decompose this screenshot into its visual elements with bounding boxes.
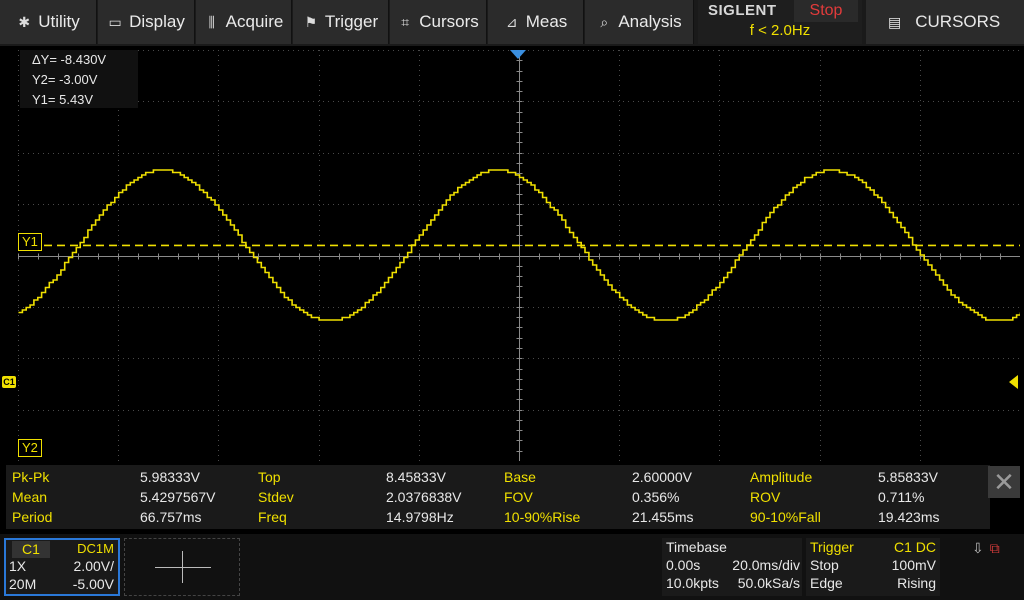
meas-value: 2.60000V xyxy=(632,469,692,485)
cursor-y1-tag[interactable]: Y1 xyxy=(18,233,42,251)
menu-cursors-button[interactable]: ⌗ Cursors xyxy=(390,0,487,44)
side-menu-title[interactable]: ▤ CURSORS xyxy=(866,0,1024,44)
channel-1-name: C1 xyxy=(12,541,50,558)
utility-icon: ✱ xyxy=(18,13,31,30)
menu-analysis-button[interactable]: ⌕ Analysis xyxy=(585,0,694,44)
meas-value: 14.9798Hz xyxy=(386,509,454,525)
trigger-type: Edge xyxy=(810,575,843,591)
measurement-table: Pk-Pk 5.98333V Top 8.45833V Base 2.60000… xyxy=(6,465,990,529)
trigger-level-marker[interactable] xyxy=(1009,375,1018,389)
close-measurements-button[interactable]: ✕ xyxy=(988,466,1020,498)
top-menu-bar: ✱ Utility ▭ Display ⫼ Acquire ⚑ Trigger ⌗ Cur… xyxy=(0,0,1024,46)
meas-value: 0.711% xyxy=(878,489,925,505)
menu-trigger-button[interactable]: ⚑ Trigger xyxy=(293,0,389,44)
meas-label: Base xyxy=(504,469,536,485)
meas-value: 0.356% xyxy=(632,489,680,505)
menu-cursors-label: Cursors xyxy=(419,12,479,31)
meas-label: 90-10%Fall xyxy=(750,509,821,525)
channel-1-probe: 1X xyxy=(9,558,27,574)
trigger-title: Trigger xyxy=(810,539,854,555)
menu-meas-label: Meas xyxy=(525,12,568,31)
meas-label: Mean xyxy=(12,489,48,505)
meas-value: 5.4297567V xyxy=(140,489,216,505)
channel-1-scale: 2.00V/ xyxy=(73,558,114,574)
meas-label: ROV xyxy=(750,489,781,505)
brand-logo: SIGLENT xyxy=(708,2,777,19)
meas-label: Period xyxy=(12,509,53,525)
close-icon: ✕ xyxy=(993,467,1015,497)
meas-label: Stdev xyxy=(258,489,294,505)
waveform-display[interactable] xyxy=(18,50,1020,461)
meas-value: 66.757ms xyxy=(140,509,202,525)
channel-1-coupling: DC1M xyxy=(77,541,114,556)
usb-icon: ⇩ xyxy=(972,540,984,556)
plus-icon xyxy=(155,567,211,568)
trigger-position-marker[interactable] xyxy=(510,50,526,59)
cursor-y2-value: Y2= -3.00V xyxy=(32,72,98,87)
timebase-sample-rate: 50.0kSa/s xyxy=(737,575,800,591)
trigger-slope: Rising xyxy=(897,575,936,591)
trigger-source: C1 DC xyxy=(893,539,936,555)
meas-icon: ⊿ xyxy=(505,13,518,30)
trigger-frequency: f < 2.0Hz xyxy=(749,22,811,39)
acquire-icon: ⫼ xyxy=(208,13,215,30)
menu-panel-icon: ▤ xyxy=(888,13,902,30)
meas-value: 5.85833V xyxy=(878,469,938,485)
trigger-level: 100mV xyxy=(891,557,936,573)
timebase-scale: 20.0ms/div xyxy=(732,557,800,573)
menu-utility-label: Utility xyxy=(38,12,80,31)
trigger-state: Stop xyxy=(810,557,839,573)
channel-1-offset: -5.00V xyxy=(72,576,114,592)
meas-label: Top xyxy=(258,469,281,485)
meas-value: 5.98333V xyxy=(140,469,200,485)
meas-label: Freq xyxy=(258,509,287,525)
menu-acquire-button[interactable]: ⫼ Acquire xyxy=(196,0,292,44)
menu-analysis-label: Analysis xyxy=(618,12,682,31)
menu-display-button[interactable]: ▭ Display xyxy=(98,0,195,44)
cursor-readout-box: ΔY= -8.430V Y2= -3.00V Y1= 5.43V xyxy=(20,50,138,108)
meas-label: Pk-Pk xyxy=(12,469,50,485)
meas-label: 10-90%Rise xyxy=(504,509,581,525)
meas-value: 8.45833V xyxy=(386,469,446,485)
analysis-icon: ⌕ xyxy=(600,13,609,30)
meas-label: FOV xyxy=(504,489,533,505)
timebase-delay: 0.00s xyxy=(666,557,701,573)
cursor-y1-value: Y1= 5.43V xyxy=(32,92,94,107)
meas-value: 19.423ms xyxy=(878,509,940,525)
menu-meas-button[interactable]: ⊿ Meas xyxy=(488,0,584,44)
cursor-delta-y: ΔY= -8.430V xyxy=(32,52,107,67)
meas-label: Amplitude xyxy=(750,469,813,485)
status-panel: SIGLENT Stop f < 2.0Hz xyxy=(698,0,862,44)
channel-1-panel[interactable]: C1 DC1M 1X 2.00V/ 20M -5.00V xyxy=(4,538,120,596)
trigger-icon: ⚑ xyxy=(304,13,318,30)
add-channel-slot[interactable] xyxy=(124,538,240,596)
timebase-title: Timebase xyxy=(666,539,727,555)
timebase-memory-depth: 10.0kpts xyxy=(666,575,719,591)
menu-acquire-label: Acquire xyxy=(225,12,284,31)
cursors-icon: ⌗ xyxy=(401,13,410,30)
side-menu-title-label: CURSORS xyxy=(915,12,1001,31)
channel-1-bandwidth: 20M xyxy=(9,576,37,592)
menu-display-label: Display xyxy=(129,12,185,31)
display-icon: ▭ xyxy=(108,13,122,30)
menu-trigger-label: Trigger xyxy=(324,12,379,31)
meas-value: 21.455ms xyxy=(632,509,694,525)
cursor-y2-tag[interactable]: Y2 xyxy=(18,439,42,457)
run-state-badge[interactable]: Stop xyxy=(794,0,858,22)
graticule xyxy=(18,50,1020,461)
trigger-panel[interactable]: Trigger C1 DC Stop 100mV Edge Rising xyxy=(806,538,940,596)
menu-utility-button[interactable]: ✱ Utility xyxy=(0,0,97,44)
channel-1-offset-marker[interactable]: C1 xyxy=(2,376,16,388)
meas-value: 2.0376838V xyxy=(386,489,462,505)
system-tray: ⇩ ⧉ xyxy=(972,540,1000,557)
timebase-panel[interactable]: Timebase 0.00s 20.0ms/div 10.0kpts 50.0k… xyxy=(662,538,802,596)
network-icon: ⧉ xyxy=(989,540,1000,556)
